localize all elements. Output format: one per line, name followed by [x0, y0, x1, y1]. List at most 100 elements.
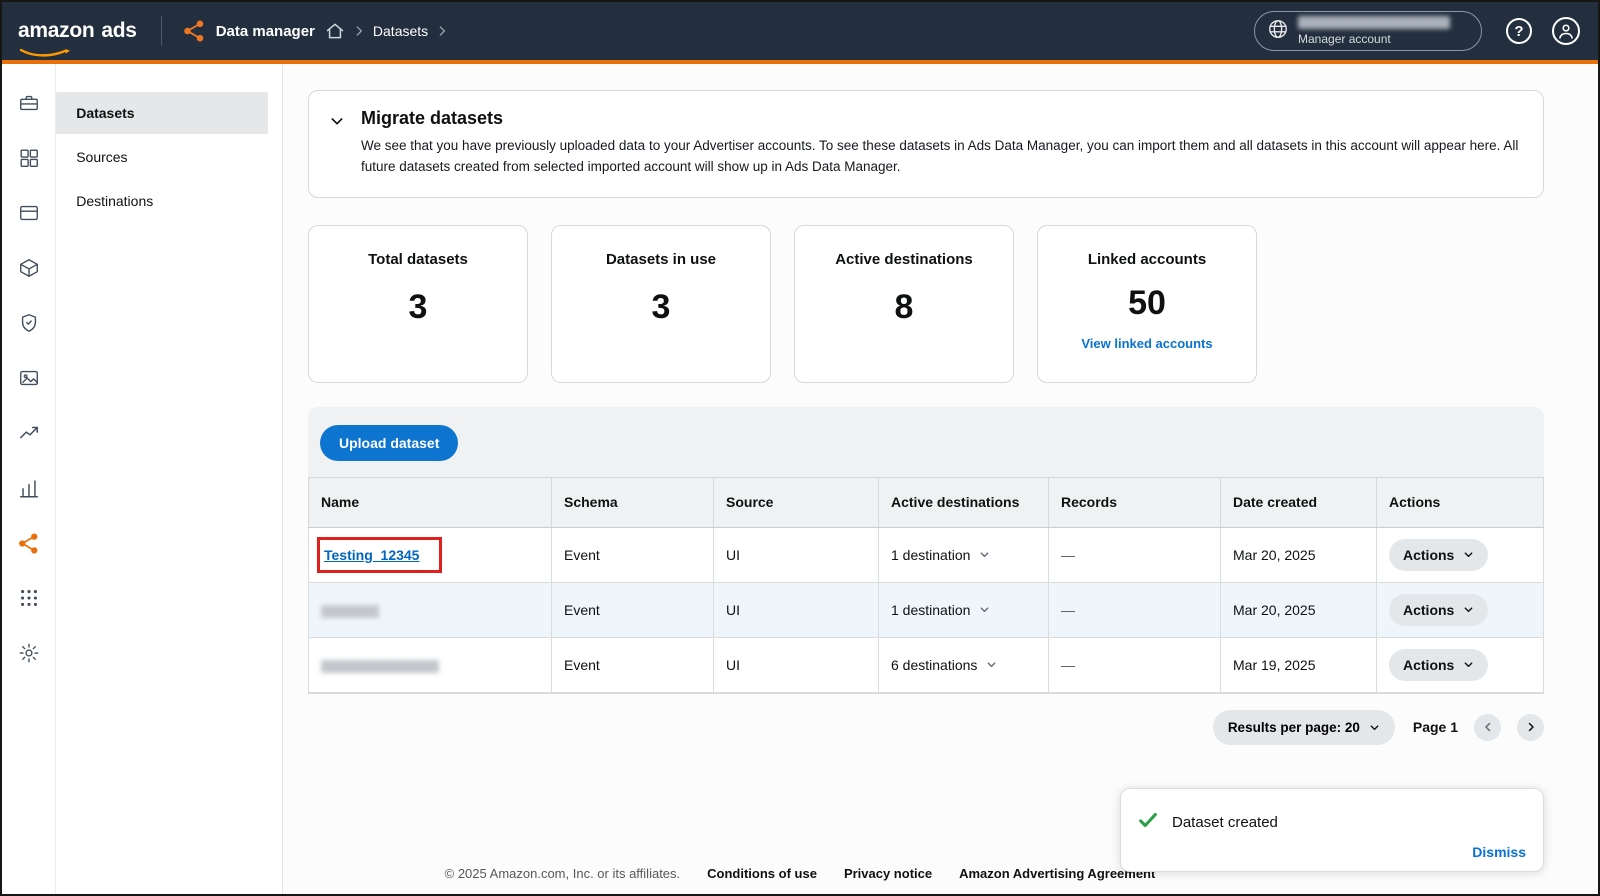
cell-source: UI: [714, 637, 879, 692]
breadcrumb-datasets[interactable]: Datasets: [373, 23, 428, 39]
chevron-down-icon: [1463, 604, 1474, 615]
destinations-dropdown-chevron-icon[interactable]: [986, 659, 997, 670]
cell-records: —: [1049, 637, 1221, 692]
stat-label: Total datasets: [309, 251, 527, 268]
insights-trend-icon[interactable]: [17, 421, 41, 445]
stat-card-active-destinations: Active destinations 8: [794, 225, 1014, 383]
column-header-actions: Actions: [1377, 477, 1544, 527]
stat-value: 8: [795, 288, 1013, 327]
upload-dataset-label: Upload dataset: [339, 435, 439, 451]
actions-label: Actions: [1403, 657, 1454, 673]
actions-label: Actions: [1403, 602, 1454, 618]
destinations-dropdown-chevron-icon[interactable]: [979, 604, 990, 615]
account-name-redacted: [1298, 16, 1450, 29]
user-account-icon[interactable]: [1552, 17, 1580, 45]
cell-records: —: [1049, 527, 1221, 582]
stat-card-datasets-in-use: Datasets in use 3: [551, 225, 771, 383]
cell-date-created: Mar 19, 2025: [1221, 637, 1377, 692]
stat-value: 3: [552, 288, 770, 327]
sidebar-item-label: Sources: [76, 149, 127, 165]
billing-card-icon[interactable]: [17, 201, 41, 225]
sidebar-item-sources[interactable]: Sources: [56, 136, 268, 178]
icon-rail: [2, 64, 56, 894]
stat-value: 50: [1038, 284, 1256, 323]
main-layout: Datasets Sources Destinations Migrate da…: [2, 64, 1598, 894]
help-icon[interactable]: ?: [1506, 18, 1532, 44]
page-indicator: Page 1: [1413, 719, 1458, 735]
banner-text: Migrate datasets We see that you have pr…: [361, 108, 1523, 178]
annotation-highlight-box: Testing_12345: [317, 537, 442, 573]
stats-row: Total datasets 3 Datasets in use 3 Activ…: [308, 225, 1544, 383]
next-page-button[interactable]: [1517, 714, 1544, 741]
account-switcher[interactable]: Manager account: [1254, 11, 1482, 51]
dataset-name-redacted: [321, 605, 379, 618]
stat-card-total-datasets: Total datasets 3: [308, 225, 528, 383]
sidebar-item-datasets[interactable]: Datasets: [56, 92, 268, 134]
cell-source: UI: [714, 582, 879, 637]
chevron-down-icon: [1463, 549, 1474, 560]
dashboard-grid-icon[interactable]: [17, 146, 41, 170]
dataset-name-link[interactable]: Testing_12345: [324, 547, 419, 563]
stat-label: Datasets in use: [552, 251, 770, 268]
settings-gear-icon[interactable]: [17, 641, 41, 665]
amazon-ads-logo[interactable]: amazon ads: [18, 19, 137, 43]
cell-records: —: [1049, 582, 1221, 637]
account-type-label: Manager account: [1298, 32, 1391, 46]
cell-actions: Actions: [1377, 527, 1544, 582]
chevron-right-icon: [1525, 721, 1537, 733]
actions-dropdown-button[interactable]: Actions: [1389, 539, 1488, 571]
measurement-bars-icon[interactable]: [17, 476, 41, 500]
table-row: Testing_12345 Event UI 1 destination: [309, 527, 1544, 582]
column-header-name: Name: [309, 477, 552, 527]
dataset-name-redacted: [321, 660, 439, 673]
actions-dropdown-button[interactable]: Actions: [1389, 649, 1488, 681]
sidebar-item-destinations[interactable]: Destinations: [56, 180, 268, 222]
migrate-datasets-banner: Migrate datasets We see that you have pr…: [308, 90, 1544, 198]
copyright-text: © 2025 Amazon.com, Inc. or its affiliate…: [445, 866, 681, 881]
toast-content: Dataset created: [1137, 809, 1527, 836]
creatives-media-icon[interactable]: [17, 366, 41, 390]
cell-active-destinations: 6 destinations: [879, 637, 1049, 692]
destinations-count: 6 destinations: [891, 657, 977, 673]
results-per-page-button[interactable]: Results per page: 20: [1213, 710, 1395, 745]
data-manager-icon-active[interactable]: [17, 531, 41, 555]
logo-text-ads: ads: [101, 19, 136, 43]
actions-dropdown-button[interactable]: Actions: [1389, 594, 1488, 626]
stat-value: 3: [309, 288, 527, 327]
collapse-chevron-icon[interactable]: [329, 113, 345, 127]
pagination-bar: Results per page: 20 Page 1: [308, 710, 1544, 745]
home-icon[interactable]: [325, 21, 345, 41]
stat-card-linked-accounts: Linked accounts 50 View linked accounts: [1037, 225, 1257, 383]
toast-notification: Dataset created Dismiss: [1120, 788, 1544, 872]
datasets-table: Name Schema Source Active destinations R…: [308, 477, 1544, 693]
products-box-icon[interactable]: [17, 256, 41, 280]
toolbox-icon[interactable]: [17, 91, 41, 115]
stat-label: Linked accounts: [1038, 251, 1256, 268]
table-header-row: Name Schema Source Active destinations R…: [309, 477, 1544, 527]
conditions-of-use-link[interactable]: Conditions of use: [707, 866, 817, 881]
privacy-notice-link[interactable]: Privacy notice: [844, 866, 932, 881]
column-header-schema: Schema: [552, 477, 714, 527]
column-header-active-destinations: Active destinations: [879, 477, 1049, 527]
cell-source: UI: [714, 527, 879, 582]
view-linked-accounts-link[interactable]: View linked accounts: [1081, 336, 1212, 351]
topbar-divider: [161, 16, 162, 46]
cell-actions: Actions: [1377, 637, 1544, 692]
chevron-down-icon: [1463, 659, 1474, 670]
cell-name: Testing_12345: [309, 527, 552, 582]
toast-dismiss-link[interactable]: Dismiss: [1472, 844, 1526, 860]
all-apps-icon[interactable]: [17, 586, 41, 610]
upload-dataset-button[interactable]: Upload dataset: [320, 425, 458, 461]
column-header-records: Records: [1049, 477, 1221, 527]
logo-text-amazon: amazon: [18, 19, 94, 43]
cell-schema: Event: [552, 582, 714, 637]
cell-date-created: Mar 20, 2025: [1221, 527, 1377, 582]
banner-body: We see that you have previously uploaded…: [361, 136, 1523, 178]
top-navigation-bar: amazon ads Data manager Datasets: [2, 2, 1598, 64]
cell-schema: Event: [552, 527, 714, 582]
previous-page-button[interactable]: [1474, 714, 1501, 741]
destinations-dropdown-chevron-icon[interactable]: [979, 549, 990, 560]
brand-safety-shield-icon[interactable]: [17, 311, 41, 335]
breadcrumb-separator-icon: [435, 24, 449, 38]
cell-active-destinations: 1 destination: [879, 582, 1049, 637]
